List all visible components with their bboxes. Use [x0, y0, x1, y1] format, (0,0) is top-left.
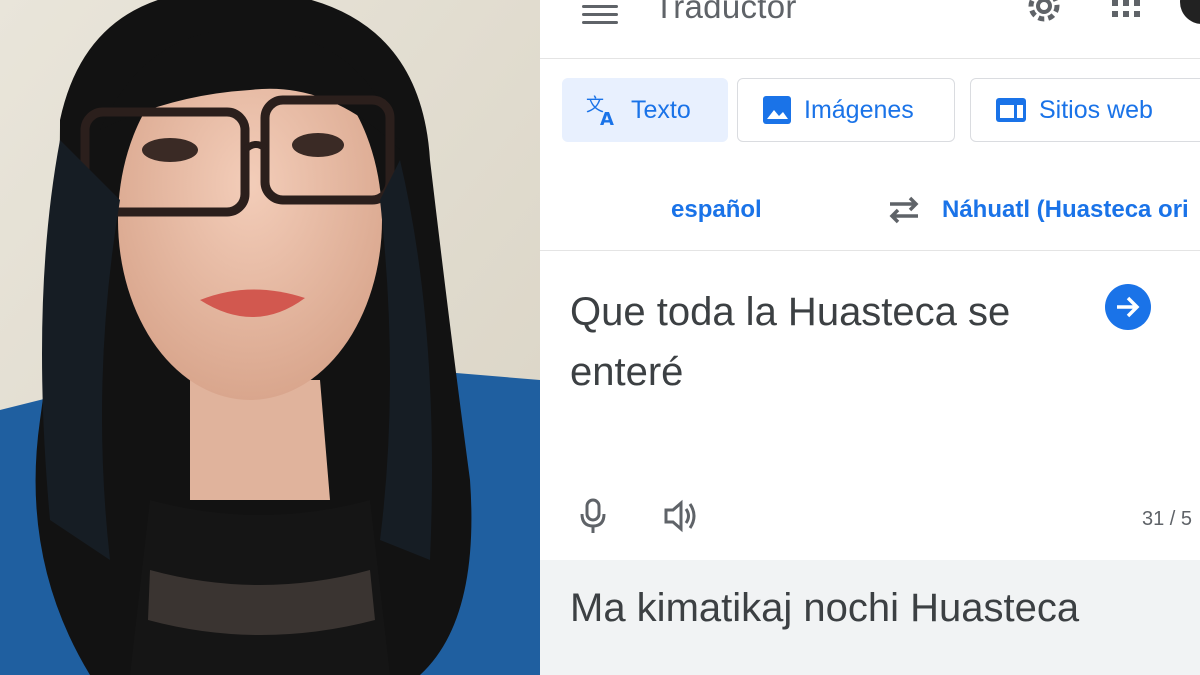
- svg-text:A: A: [600, 109, 614, 127]
- gear-icon[interactable]: [1024, 0, 1064, 30]
- profile-photo: [0, 0, 540, 675]
- translator-app: Traductor 文 A Texto Imágenes Sitios web …: [540, 0, 1200, 675]
- translation-output-text: Ma kimatikaj nochi Huasteca: [570, 586, 1080, 630]
- arrow-right-icon: [1117, 296, 1140, 318]
- app-header: Traductor: [540, 0, 1200, 59]
- swap-languages-icon[interactable]: [886, 194, 922, 226]
- hamburger-menu-icon[interactable]: [582, 0, 618, 24]
- app-title: Traductor: [654, 0, 797, 25]
- language-selector-bar: español Náhuatl (Huasteca ori: [540, 170, 1200, 251]
- tab-texto[interactable]: 文 A Texto: [562, 78, 728, 142]
- translate-icon: 文 A: [586, 95, 614, 127]
- image-icon: [763, 96, 791, 124]
- source-text-panel: Que toda la Huasteca se enteré 31 / 5: [540, 260, 1200, 556]
- woman-portrait-image: [0, 0, 540, 675]
- tab-imagenes-label: Imágenes: [804, 95, 914, 124]
- tab-sitios-web-label: Sitios web: [1039, 95, 1153, 124]
- speaker-icon[interactable]: [662, 498, 700, 534]
- target-language-button[interactable]: Náhuatl (Huasteca ori: [942, 196, 1189, 224]
- translate-go-button[interactable]: [1105, 284, 1151, 330]
- microphone-icon[interactable]: [578, 498, 608, 536]
- apps-grid-icon[interactable]: [1110, 0, 1142, 24]
- tab-sitios-web[interactable]: Sitios web: [970, 78, 1200, 142]
- web-icon: [996, 98, 1026, 122]
- source-text-line: enteré: [570, 350, 684, 394]
- tab-texto-label: Texto: [631, 95, 691, 124]
- character-counter: 31 / 5: [1142, 508, 1193, 530]
- mode-tabs: 文 A Texto Imágenes Sitios web: [540, 78, 1200, 146]
- tab-imagenes[interactable]: Imágenes: [737, 78, 955, 142]
- account-avatar[interactable]: [1180, 0, 1200, 24]
- source-text-input[interactable]: Que toda la Huasteca se enteré: [570, 282, 1090, 402]
- source-text-line: Que toda la Huasteca se: [570, 290, 1011, 334]
- translation-output-panel: Ma kimatikaj nochi Huasteca: [540, 560, 1200, 675]
- source-language-button[interactable]: español: [671, 196, 762, 224]
